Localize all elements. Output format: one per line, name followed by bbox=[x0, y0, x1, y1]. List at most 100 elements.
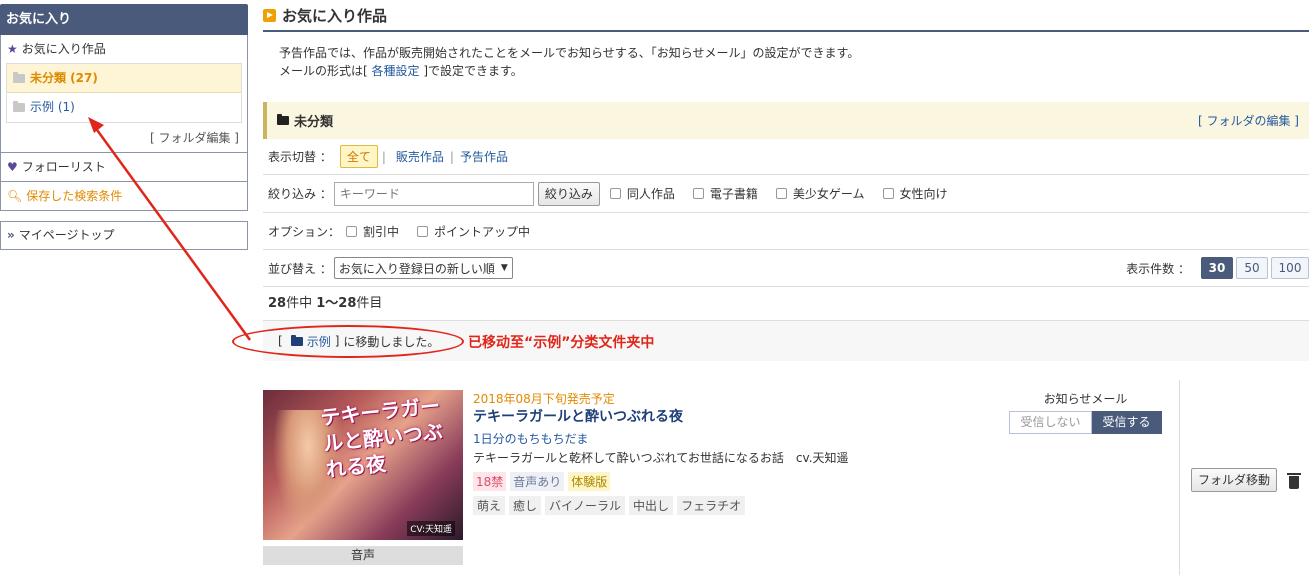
divider bbox=[1179, 380, 1180, 575]
work-item: テキーラガールと酔いつぶれる夜 CV:天知遥 音声 2018年08月下旬発売予定… bbox=[263, 380, 1309, 575]
page-title-bar: お気に入り作品 bbox=[263, 0, 1309, 32]
separator: | bbox=[381, 149, 386, 164]
narrow-button[interactable]: 絞り込み bbox=[537, 181, 600, 206]
result-count: 28件中 1～28件目 bbox=[263, 287, 1309, 321]
annotation-text: 已移动至“示例”分类文件夹中 bbox=[468, 335, 655, 351]
genre-tag[interactable]: 萌え bbox=[473, 496, 506, 515]
checkbox-game[interactable]: 美少女ゲーム bbox=[775, 185, 865, 202]
work-title-link[interactable]: テキーラガールと酔いつぶれる夜 bbox=[473, 406, 993, 428]
mypage-label: マイページトップ bbox=[18, 228, 115, 242]
keyword-input[interactable] bbox=[333, 181, 534, 206]
page-title: お気に入り作品 bbox=[282, 6, 388, 25]
folder-item-example[interactable]: 示例 (1) bbox=[7, 93, 241, 122]
count-range: 1～28 bbox=[316, 296, 357, 311]
work-actions: フォルダ移動 bbox=[1191, 468, 1302, 492]
notify-off-button[interactable]: 受信しない bbox=[1009, 411, 1092, 434]
display-preview-link[interactable]: 予告作品 bbox=[454, 148, 514, 165]
folder-move-button[interactable]: フォルダ移動 bbox=[1191, 468, 1278, 492]
move-notification: [ 示例] に移動しました。 已移动至“示例”分类文件夹中 bbox=[232, 321, 1309, 361]
checkbox[interactable] bbox=[775, 188, 787, 199]
checkbox-doujin[interactable]: 同人作品 bbox=[609, 185, 675, 202]
genre-tag[interactable]: バイノーラル bbox=[545, 496, 626, 515]
tag-trial: 体験版 bbox=[568, 472, 611, 491]
display-sale-link[interactable]: 販売作品 bbox=[390, 148, 450, 165]
folder-header: 未分類 [ フォルダの編集 ] bbox=[263, 102, 1309, 139]
folder-icon bbox=[13, 71, 25, 83]
sidebar-item-favorites[interactable]: ★ お気に入り作品 bbox=[1, 35, 247, 63]
annotation-ellipse bbox=[232, 325, 464, 358]
checkbox-label: ポイントアップ中 bbox=[434, 224, 531, 239]
dropdown-arrow-icon: ▼ bbox=[500, 263, 508, 273]
double-chevron-icon: » bbox=[7, 228, 15, 242]
favorites-box: ★ お気に入り作品 未分類 (27) 示例 (1) [ フォルダ編集 ] bbox=[0, 35, 248, 153]
notify-toggle: 受信しない 受信する bbox=[1003, 411, 1168, 434]
checkbox-label: 女性向け bbox=[899, 187, 948, 201]
perpage-100[interactable]: 100 bbox=[1271, 257, 1309, 279]
checkbox-label: 割引中 bbox=[363, 224, 400, 239]
sidebar: お気に入り ★ お気に入り作品 未分類 (27) 示例 (1) [ フォルダ編集… bbox=[0, 4, 248, 250]
folder-item-unclassified[interactable]: 未分類 (27) bbox=[7, 64, 241, 93]
heart-icon: ♥ bbox=[7, 159, 18, 174]
thumbnail-title: テキーラガールと酔いつぶれる夜 bbox=[319, 393, 444, 482]
sort-row: 並び替え ： お気に入り登録日の新しい順 ▼ 表示件数 ： 30 50 100 bbox=[263, 250, 1309, 287]
folder-icon bbox=[277, 114, 289, 125]
checkbox-ebook[interactable]: 電子書籍 bbox=[692, 185, 758, 202]
sort-value: お気に入り登録日の新しい順 bbox=[338, 261, 495, 276]
sort-select[interactable]: お気に入り登録日の新しい順 ▼ bbox=[333, 257, 513, 279]
search-icon: 🔍︎ bbox=[7, 188, 23, 203]
genre-tag[interactable]: フェラチオ bbox=[677, 496, 746, 515]
display-switch-row: 表示切替 ： 全て | 販売作品 | 予告作品 bbox=[263, 139, 1309, 175]
trash-icon[interactable] bbox=[1287, 472, 1302, 489]
main-content: お気に入り作品 予告作品では、作品が販売開始されたことをメールでお知らせする、「… bbox=[232, 0, 1309, 361]
release-date: 2018年08月下旬発売予定 bbox=[473, 392, 615, 406]
genre-tag[interactable]: 癒し bbox=[509, 496, 542, 515]
sidebar-header: お気に入り bbox=[0, 4, 248, 35]
notify-mail: お知らせメール 受信しない 受信する bbox=[1003, 390, 1168, 434]
checkbox-female[interactable]: 女性向け bbox=[882, 185, 948, 202]
settings-link[interactable]: 各種設定 bbox=[372, 64, 420, 78]
perpage-group: 表示件数 ： 30 50 100 bbox=[1126, 257, 1309, 279]
checkbox-discount[interactable]: 割引中 bbox=[346, 223, 399, 240]
circle-link[interactable]: 1日分のもちもちだま bbox=[473, 430, 993, 448]
narrow-row: 絞り込み ： 絞り込み 同人作品 電子書籍 美少女ゲーム 女性向け bbox=[263, 175, 1309, 213]
notify-on-button[interactable]: 受信する bbox=[1091, 411, 1162, 434]
checkbox-label: 美少女ゲーム bbox=[792, 187, 865, 201]
sidebar-item-follow[interactable]: ♥ フォローリスト bbox=[0, 153, 248, 182]
option-label: オプション： bbox=[268, 224, 341, 239]
work-thumbnail[interactable]: テキーラガールと酔いつぶれる夜 CV:天知遥 bbox=[263, 390, 463, 540]
checkbox[interactable] bbox=[609, 188, 621, 199]
play-icon bbox=[263, 8, 276, 22]
checkbox[interactable] bbox=[882, 188, 894, 199]
work-tags: 18禁 音声あり 体験版 bbox=[473, 472, 993, 491]
checkbox[interactable] bbox=[692, 188, 704, 199]
tag-r18: 18禁 bbox=[473, 472, 507, 491]
thumbnail-credit: CV:天知遥 bbox=[407, 521, 455, 536]
folder-icon bbox=[13, 101, 25, 112]
checkbox-label: 電子書籍 bbox=[709, 187, 758, 201]
perpage-30[interactable]: 30 bbox=[1201, 257, 1233, 279]
display-label: 表示切替 ： bbox=[268, 150, 332, 164]
work-genres: 萌え 癒し バイノーラル 中出し フェラチオ bbox=[473, 496, 993, 515]
folder-edit-link[interactable]: [ フォルダの編集 ] bbox=[1198, 112, 1299, 129]
folder-list: 未分類 (27) 示例 (1) bbox=[6, 63, 242, 123]
folder-label: 示例 (1) bbox=[30, 100, 75, 114]
checkbox[interactable] bbox=[417, 225, 429, 237]
count-total: 28 bbox=[268, 296, 287, 311]
intro-line: 予告作品では、作品が販売開始されたことをメールでお知らせする、「お知らせメール」… bbox=[279, 46, 860, 60]
folder-edit-link[interactable]: [ フォルダ編集 ] bbox=[1, 123, 247, 152]
checkbox[interactable] bbox=[346, 225, 358, 237]
count-mid: 件中 bbox=[286, 296, 317, 311]
sort-group: 並び替え ： お気に入り登録日の新しい順 ▼ bbox=[268, 257, 513, 279]
sidebar-item-mypage[interactable]: » マイページトップ bbox=[0, 221, 248, 250]
genre-tag[interactable]: 中出し bbox=[629, 496, 674, 515]
narrow-label: 絞り込み ： bbox=[268, 187, 332, 201]
perpage-50[interactable]: 50 bbox=[1236, 257, 1268, 279]
star-icon: ★ bbox=[7, 42, 18, 56]
intro-post: ]で設定できます。 bbox=[419, 64, 523, 78]
sidebar-item-saved-search[interactable]: 🔍︎ 保存した検索条件 bbox=[0, 182, 248, 211]
saved-search-label: 保存した検索条件 bbox=[26, 188, 123, 203]
intro-pre: メールの形式は[ bbox=[279, 64, 372, 78]
folder-title: 未分類 bbox=[277, 111, 333, 130]
checkbox-pointup[interactable]: ポイントアップ中 bbox=[417, 223, 530, 240]
display-all-button[interactable]: 全て bbox=[339, 145, 378, 168]
